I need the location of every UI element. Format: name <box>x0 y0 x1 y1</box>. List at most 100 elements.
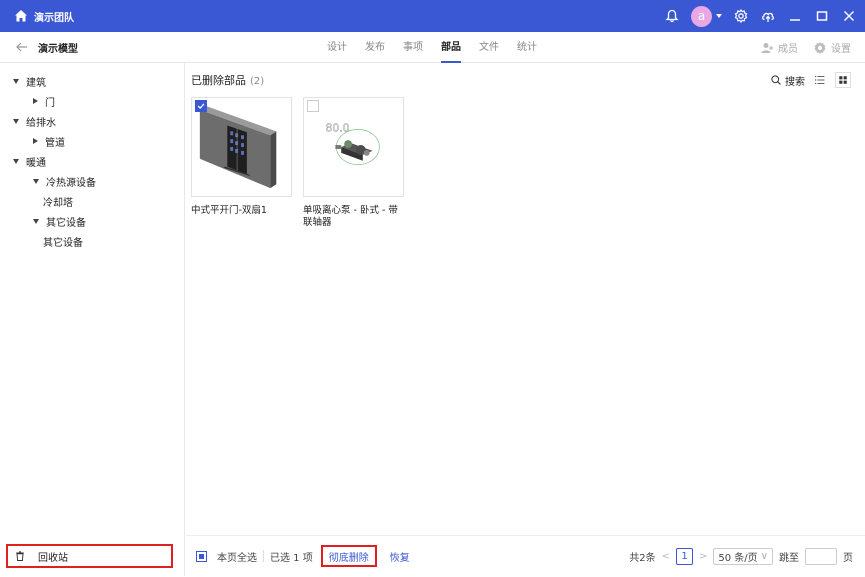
caret-down-icon[interactable] <box>33 178 39 184</box>
tree-node-door[interactable]: 门 <box>0 91 184 111</box>
tree-node-cooling-tower[interactable]: 冷却塔 <box>0 191 184 211</box>
indeterminate-mark <box>199 553 204 559</box>
user-add-icon <box>761 42 773 53</box>
title-bar: 演示团队 a <box>0 0 865 32</box>
main-content: 已删除部品 (2) 搜索 中式平开门-双扇1 80.0 单吸离心泵 - 卧式 -… <box>186 63 865 576</box>
tab-statistics[interactable]: 统计 <box>508 32 546 63</box>
members-label: 成员 <box>778 44 798 55</box>
component-card[interactable]: 80.0 <box>303 97 404 197</box>
page-title-text: 已删除部品 <box>191 74 246 87</box>
pump-thumbnail: 80.0 <box>325 121 380 165</box>
settings-button[interactable]: 设置 <box>812 40 851 56</box>
divider <box>263 550 264 562</box>
restore-button[interactable]: 恢复 <box>390 549 410 564</box>
tab-issues[interactable]: 事项 <box>394 32 432 63</box>
tree-node-pipes[interactable]: 管道 <box>0 131 184 151</box>
settings-label: 设置 <box>831 44 851 55</box>
thumb-dimension-label: 80.0 <box>326 121 350 134</box>
upload-cloud-icon[interactable] <box>760 8 776 24</box>
category-sidebar: 建筑 门 给排水 管道 暖通 冷热源设备 冷却塔 其它设备 其它设备 回收站 <box>0 63 185 576</box>
caret-down-icon[interactable] <box>13 118 19 124</box>
sub-header: 演示模型 设计 发布 事项 部品 文件 统计 成员 设置 <box>0 32 865 63</box>
search-button[interactable]: 搜索 <box>770 73 805 88</box>
item-checkbox[interactable] <box>307 100 319 112</box>
total-count: 共2条 <box>629 553 656 564</box>
tree-node-label: 建筑 <box>26 77 46 89</box>
caret-right-icon[interactable] <box>33 138 38 144</box>
arrow-left-icon <box>16 42 27 52</box>
tree-node-label: 给排水 <box>26 117 56 129</box>
home-icon <box>15 10 27 22</box>
selected-count: 已选 1 项 <box>270 552 313 564</box>
page-size-select[interactable]: 50 条/页 ∨ <box>713 548 773 565</box>
search-label: 搜索 <box>785 76 805 88</box>
tab-design[interactable]: 设计 <box>318 32 356 63</box>
avatar[interactable]: a <box>691 5 712 27</box>
tree-node-plumbing[interactable]: 给排水 <box>0 111 184 131</box>
gear-icon[interactable] <box>733 8 749 24</box>
chevron-left-icon[interactable]: < <box>662 551 670 562</box>
delete-permanently-button[interactable]: 彻底删除 <box>320 545 377 567</box>
tree-node-label: 冷热源设备 <box>46 177 96 189</box>
pagination: 共2条 < 1 > 50 条/页 ∨ 跳至 页 <box>629 536 853 577</box>
chevron-down-icon[interactable] <box>716 14 722 18</box>
item-checkbox[interactable] <box>195 100 207 112</box>
tree-node-label: 暖通 <box>26 157 46 169</box>
jump-page-input[interactable] <box>805 548 837 565</box>
tree-node-label: 其它设备 <box>43 237 83 249</box>
list-view-icon[interactable] <box>813 73 827 87</box>
chevron-right-icon[interactable]: > <box>699 551 707 562</box>
recycle-bin-label: 回收站 <box>38 552 68 564</box>
tree-node-label: 其它设备 <box>46 217 86 229</box>
component-name: 单吸离心泵 - 卧式 - 带联轴器 <box>303 205 398 228</box>
maximize-icon[interactable] <box>814 8 830 24</box>
trash-icon <box>16 551 24 561</box>
page-1-button[interactable]: 1 <box>676 548 693 565</box>
component-card[interactable] <box>191 97 292 197</box>
grid-view-icon <box>839 76 847 84</box>
tree-node-label: 管道 <box>45 137 65 149</box>
caret-down-icon[interactable] <box>13 158 19 164</box>
recycle-bin-button[interactable]: 回收站 <box>6 544 173 568</box>
minimize-icon[interactable] <box>787 8 803 24</box>
caret-right-icon[interactable] <box>33 98 38 104</box>
back-button[interactable]: 演示模型 <box>14 39 78 55</box>
select-all-checkbox[interactable] <box>196 550 207 562</box>
caret-down-icon[interactable] <box>33 218 39 224</box>
component-name: 中式平开门-双扇1 <box>191 205 267 216</box>
page-title: 已删除部品 (2) <box>191 72 264 88</box>
jump-label: 跳至 <box>779 553 799 564</box>
tree-node-hvac[interactable]: 暖通 <box>0 151 184 171</box>
tree-node-architecture[interactable]: 建筑 <box>0 71 184 91</box>
door-thumbnail <box>199 105 277 189</box>
footer-bar: 本页全选 已选 1 项 彻底删除 恢复 共2条 < 1 > 50 条/页 ∨ 跳至… <box>186 535 865 576</box>
tree-node-label: 门 <box>45 97 55 109</box>
bell-icon[interactable] <box>664 8 680 24</box>
search-icon <box>771 75 781 85</box>
select-all-label[interactable]: 本页全选 <box>217 549 257 564</box>
tab-publish[interactable]: 发布 <box>356 32 394 63</box>
delete-permanently-label: 彻底删除 <box>328 552 369 564</box>
page-size-value: 50 条/页 <box>718 553 758 564</box>
close-icon[interactable] <box>841 8 857 24</box>
tab-components[interactable]: 部品 <box>432 32 470 63</box>
tab-files[interactable]: 文件 <box>470 32 508 63</box>
grid-view-button[interactable] <box>835 72 851 88</box>
chevron-down-icon: ∨ <box>760 551 768 562</box>
tab-bar: 设计 发布 事项 部品 文件 统计 <box>318 32 546 63</box>
gear-icon <box>814 41 826 54</box>
tree-node-other-equipment[interactable]: 其它设备 <box>0 211 184 231</box>
avatar-letter: a <box>697 9 706 23</box>
tree-node-heat-source[interactable]: 冷热源设备 <box>0 171 184 191</box>
team-name: 演示团队 <box>34 12 74 24</box>
members-button[interactable]: 成员 <box>759 40 798 56</box>
page-unit-label: 页 <box>843 553 853 564</box>
tree-node-other-equipment-leaf[interactable]: 其它设备 <box>0 231 184 251</box>
item-count: (2) <box>250 76 265 87</box>
caret-down-icon[interactable] <box>13 78 19 84</box>
tree-node-label: 冷却塔 <box>43 197 73 209</box>
check-icon <box>197 103 205 110</box>
category-tree: 建筑 门 给排水 管道 暖通 冷热源设备 冷却塔 其它设备 其它设备 <box>0 63 184 251</box>
model-name: 演示模型 <box>38 43 78 55</box>
team-switcher[interactable]: 演示团队 <box>13 8 74 24</box>
